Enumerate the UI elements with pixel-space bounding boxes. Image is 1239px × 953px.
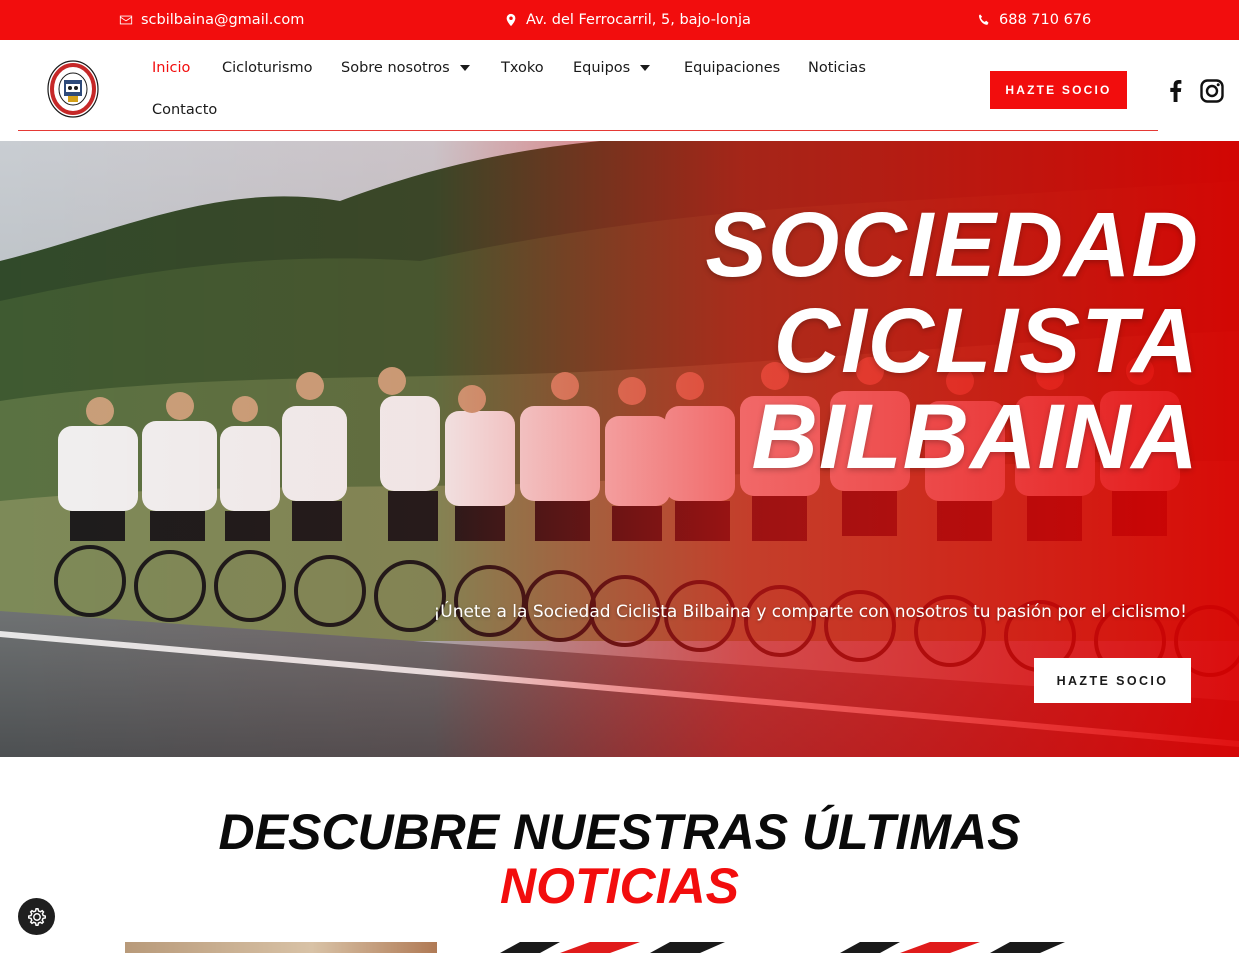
nav-item-label: Sobre nosotros [341,60,450,76]
caret-down-icon [640,65,651,71]
topbar-phone[interactable]: 688 710 676 [977,0,1091,40]
nav-item-cicloturismo[interactable]: Cicloturismo [222,60,312,76]
hero-join-button[interactable]: HAZTE SOCIO [1034,658,1191,703]
header-join-button[interactable]: HAZTE SOCIO [990,71,1127,109]
top-contact-bar: scbilbaina@gmail.com Av. del Ferrocarril… [0,0,1239,40]
phone-icon [978,14,989,25]
location-pin-icon [506,13,516,27]
news-card-image[interactable] [840,942,1070,953]
club-logo[interactable] [46,58,100,120]
nav-item-equipos[interactable]: Equipos [573,60,651,76]
facebook-icon[interactable] [1163,78,1189,104]
nav-item-label: Equipos [573,60,631,76]
nav-item-label: Noticias [808,60,866,76]
header-divider [18,130,1158,131]
hero-title-line: BILBAINA [751,386,1199,488]
topbar-email[interactable]: scbilbaina@gmail.com [119,0,304,40]
topbar-address-text: Av. del Ferrocarril, 5, bajo-lonja [526,12,751,28]
topbar-address[interactable]: Av. del Ferrocarril, 5, bajo-lonja [504,0,751,40]
topbar-phone-text: 688 710 676 [999,12,1092,28]
hero-title-line: SOCIEDAD [705,194,1199,296]
nav-item-sobre-nosotros[interactable]: Sobre nosotros [341,60,470,76]
nav-item-label: Contacto [152,102,218,118]
news-card-image[interactable] [125,942,437,953]
nav-item-equipaciones[interactable]: Equipaciones [684,60,780,76]
topbar-email-text: scbilbaina@gmail.com [141,12,305,28]
hero-subtitle: ¡Únete a la Sociedad Ciclista Bilbaina y… [433,602,1187,622]
instagram-icon[interactable] [1199,78,1225,104]
news-title-line2: NOTICIAS [500,858,739,914]
nav-item-contacto[interactable]: Contacto [152,102,217,118]
nav-item-label: Txoko [501,60,544,76]
caret-down-icon [459,65,470,71]
hero-title: SOCIEDAD CICLISTA BILBAINA [705,197,1199,485]
news-title-line1: DESCUBRE NUESTRAS ÚLTIMAS [218,804,1021,860]
nav-item-label: Cicloturismo [222,60,313,76]
nav-item-inicio[interactable]: Inicio [152,60,190,76]
hero-title-line: CICLISTA [773,290,1199,392]
nav-item-noticias[interactable]: Noticias [808,60,866,76]
cookie-settings-icon [27,907,46,926]
news-card-image[interactable] [500,942,730,953]
news-section-title: DESCUBRE NUESTRAS ÚLTIMAS NOTICIAS [0,805,1239,913]
site-header: Inicio Cicloturismo Sobre nosotros Txoko… [0,40,1239,141]
nav-item-txoko[interactable]: Txoko [501,60,544,76]
nav-item-label: Equipaciones [684,60,781,76]
hero-banner: SOCIEDAD CICLISTA BILBAINA ¡Únete a la S… [0,141,1239,757]
email-icon [119,15,133,25]
nav-item-label: Inicio [152,60,191,76]
cookie-settings-button[interactable] [18,898,55,935]
